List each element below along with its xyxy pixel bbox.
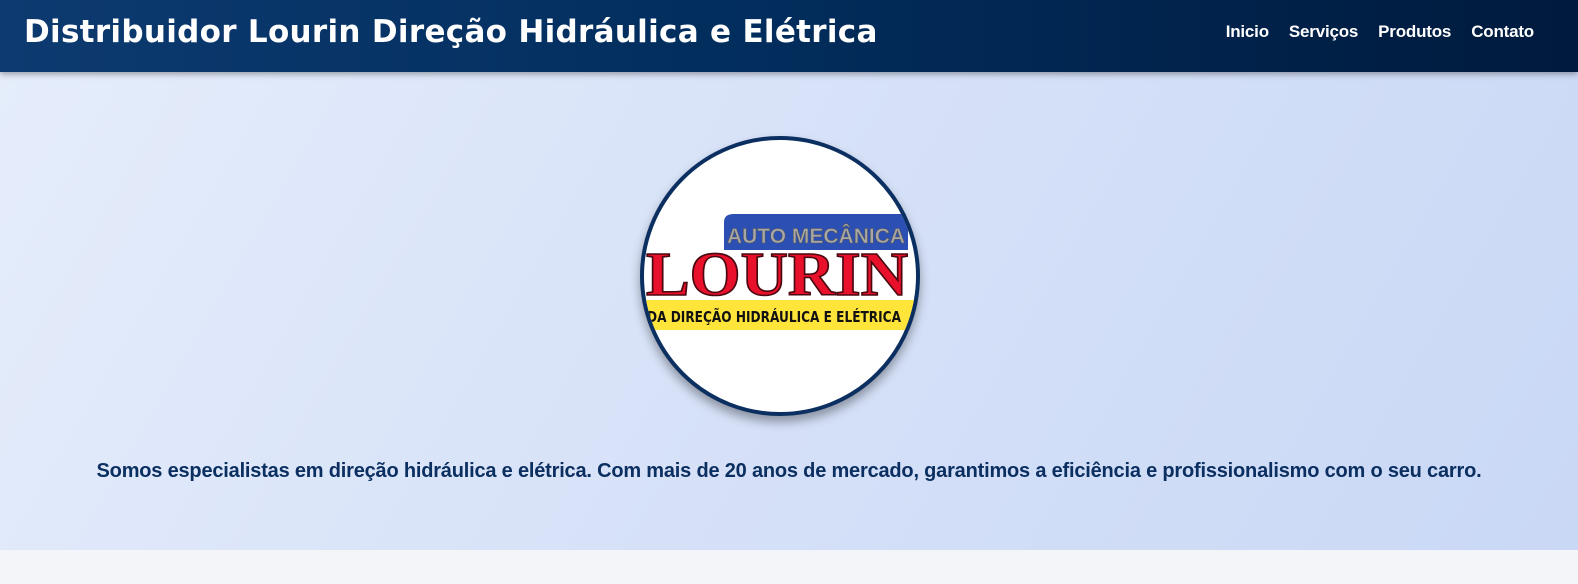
hero-section: AUTO MECÂNICA LOURIN DA DIREÇÃO HIDRÁULI… [0,72,1578,550]
hero-tagline: Somos especialistas em direção hidráulic… [96,460,1482,482]
site-title: Distribuidor Lourin Direção Hidráulica e… [24,14,878,50]
nav-link-contato[interactable]: Contato [1471,19,1534,45]
logo-bottom-text: DA DIREÇÃO HIDRÁULICA E ELÉTRICA [647,307,901,326]
nav-link-servicos[interactable]: Serviços [1289,19,1358,45]
main-nav: Inicio Serviços Produtos Contato [1226,19,1535,45]
logo-graphic: AUTO MECÂNICA LOURIN DA DIREÇÃO HIDRÁULI… [644,214,916,330]
site-header: Distribuidor Lourin Direção Hidráulica e… [0,0,1578,72]
nav-link-produtos[interactable]: Produtos [1378,19,1451,45]
nav-link-inicio[interactable]: Inicio [1226,19,1269,45]
next-section-edge [0,550,1578,584]
logo-brand-text: LOURIN [646,241,908,309]
company-logo: AUTO MECÂNICA LOURIN DA DIREÇÃO HIDRÁULI… [640,136,920,416]
